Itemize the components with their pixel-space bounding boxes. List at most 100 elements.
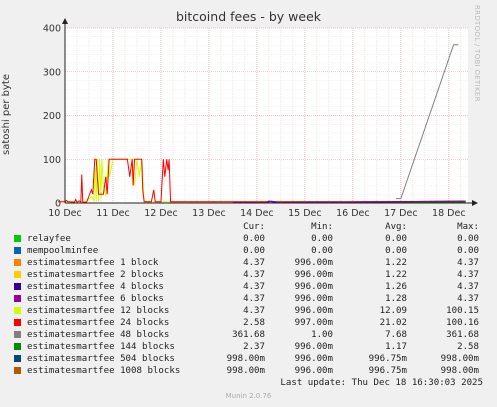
- legend-swatch: [14, 259, 21, 266]
- legend-header-avg: Avg:: [385, 222, 407, 232]
- munin-version: Munin 2.0.76: [225, 392, 272, 400]
- legend-swatch: [14, 235, 21, 242]
- legend-min-value: 997.00m: [294, 318, 333, 328]
- legend-swatch: [14, 319, 21, 326]
- legend-series-name: estimatesmartfee 1 block: [27, 258, 159, 268]
- legend-avg-value: 996.75m: [368, 354, 407, 364]
- legend-series-name: relayfee: [27, 234, 71, 244]
- legend-row: estimatesmartfee 144 blocks 2.37 996.00m 1.…: [0, 341, 497, 353]
- x-tick-label: 14 Dec: [240, 208, 274, 219]
- legend-swatch: [14, 271, 21, 278]
- legend-header-min: Min:: [311, 222, 333, 232]
- legend-min-value: 996.00m: [294, 342, 333, 352]
- legend-cur-value: 361.68: [232, 330, 265, 340]
- x-tick-label: 12 Dec: [144, 208, 178, 219]
- legend-row: estimatesmartfee 504 blocks 998.00m 996.00…: [0, 353, 497, 365]
- legend-cur-value: 4.37: [243, 294, 265, 304]
- legend-header-cur: Cur:: [243, 222, 265, 232]
- legend-avg-value: 1.17: [385, 342, 407, 352]
- legend-cur-value: 4.37: [243, 282, 265, 292]
- legend-cur-value: 0.00: [243, 234, 265, 244]
- y-tick-label: 200: [43, 111, 61, 122]
- legend-max-value: 100.16: [446, 318, 479, 328]
- legend-swatch: [14, 295, 21, 302]
- legend-cur-value: 4.37: [243, 258, 265, 268]
- legend-avg-value: 0.00: [385, 246, 407, 256]
- legend-max-value: 4.37: [457, 258, 479, 268]
- legend-min-value: 996.00m: [294, 366, 333, 376]
- legend-swatch: [14, 355, 21, 362]
- legend-series-name: estimatesmartfee 504 blocks: [27, 354, 175, 364]
- legend-min-value: 0.00: [311, 234, 333, 244]
- legend-avg-value: 996.75m: [368, 366, 407, 376]
- legend-min-value: 0.00: [311, 246, 333, 256]
- x-axis-arrow: [472, 200, 478, 206]
- x-tick-label: 11 Dec: [96, 208, 130, 219]
- legend-row: estimatesmartfee 4 blocks 4.37 996.00m 1.26…: [0, 281, 497, 293]
- legend-series-name: estimatesmartfee 1008 blocks: [27, 366, 181, 376]
- legend-min-value: 996.00m: [294, 282, 333, 292]
- y-tick-label: 100: [43, 155, 61, 166]
- legend-cur-value: 0.00: [243, 246, 265, 256]
- legend-cur-value: 2.37: [243, 342, 265, 352]
- legend-avg-value: 1.22: [385, 258, 407, 268]
- legend-min-value: 996.00m: [294, 258, 333, 268]
- legend-header-max: Max:: [457, 222, 479, 232]
- x-tick-label: 10 Dec: [48, 208, 82, 219]
- legend-swatch: [14, 307, 21, 314]
- x-tick-label: 18 Dec: [432, 208, 466, 219]
- x-tick-label: 13 Dec: [192, 208, 226, 219]
- legend-row: relayfee 0.00 0.00 0.00 0.00: [0, 233, 497, 245]
- legend-min-value: 996.00m: [294, 294, 333, 304]
- legend-row: estimatesmartfee 48 blocks 361.68 1.00 7.68…: [0, 329, 497, 341]
- legend-row: estimatesmartfee 6 blocks 4.37 996.00m 1.28…: [0, 293, 497, 305]
- legend-swatch: [14, 367, 21, 374]
- legend-row: mempoolminfee 0.00 0.00 0.00 0.00: [0, 245, 497, 257]
- legend-min-value: 996.00m: [294, 354, 333, 364]
- y-tick-label: 400: [43, 24, 61, 35]
- legend-cur-value: 998.00m: [226, 354, 265, 364]
- legend-series-name: estimatesmartfee 144 blocks: [27, 342, 175, 352]
- legend-avg-value: 12.09: [379, 306, 407, 316]
- legend-row: estimatesmartfee 12 blocks 4.37 996.00m 12.…: [0, 305, 497, 317]
- legend-series-name: estimatesmartfee 6 blocks: [27, 294, 164, 304]
- last-update: Last update: Thu Dec 18 16:30:03 2025: [280, 378, 483, 388]
- legend-max-value: 4.37: [457, 294, 479, 304]
- legend-avg-value: 7.68: [385, 330, 407, 340]
- legend-row: estimatesmartfee 24 blocks 2.58 997.00m 21.…: [0, 317, 497, 329]
- legend-max-value: 0.00: [457, 246, 479, 256]
- legend-max-value: 998.00m: [440, 366, 479, 376]
- legend-avg-value: 1.22: [385, 270, 407, 280]
- legend-max-value: 361.68: [446, 330, 479, 340]
- legend-series-name: estimatesmartfee 2 blocks: [27, 270, 164, 280]
- x-tick-label: 17 Dec: [384, 208, 418, 219]
- legend-max-value: 2.58: [457, 342, 479, 352]
- x-tick-label: 15 Dec: [288, 208, 322, 219]
- x-tick-label: 16 Dec: [336, 208, 370, 219]
- legend-avg-value: 21.02: [379, 318, 407, 328]
- legend-series-name: mempoolminfee: [27, 246, 99, 256]
- legend-swatch: [14, 343, 21, 350]
- legend-avg-value: 0.00: [385, 234, 407, 244]
- legend-row: estimatesmartfee 2 blocks 4.37 996.00m 1.22…: [0, 269, 497, 281]
- legend-min-value: 1.00: [311, 330, 333, 340]
- legend-swatch: [14, 247, 21, 254]
- legend-swatch: [14, 331, 21, 338]
- legend-max-value: 100.15: [446, 306, 479, 316]
- legend-cur-value: 998.00m: [226, 366, 265, 376]
- legend-row: estimatesmartfee 1008 blocks 998.00m 996.0…: [0, 365, 497, 377]
- y-tick-label: 300: [43, 67, 61, 78]
- legend-row: estimatesmartfee 1 block 4.37 996.00m 1.22 4…: [0, 257, 497, 269]
- legend-max-value: 0.00: [457, 234, 479, 244]
- legend-max-value: 998.00m: [440, 354, 479, 364]
- legend-min-value: 996.00m: [294, 306, 333, 316]
- legend-swatch: [14, 283, 21, 290]
- legend-max-value: 4.37: [457, 282, 479, 292]
- legend-cur-value: 2.58: [243, 318, 265, 328]
- legend-min-value: 996.00m: [294, 270, 333, 280]
- fees-line-chart: 010020030040010 Dec 11 Dec 12 Dec 13 Dec 14 …: [43, 18, 478, 219]
- legend-series-name: estimatesmartfee 48 blocks: [27, 330, 170, 340]
- legend-series-name: estimatesmartfee 24 blocks: [27, 318, 170, 328]
- legend-max-value: 4.37: [457, 270, 479, 280]
- legend-avg-value: 1.26: [385, 282, 407, 292]
